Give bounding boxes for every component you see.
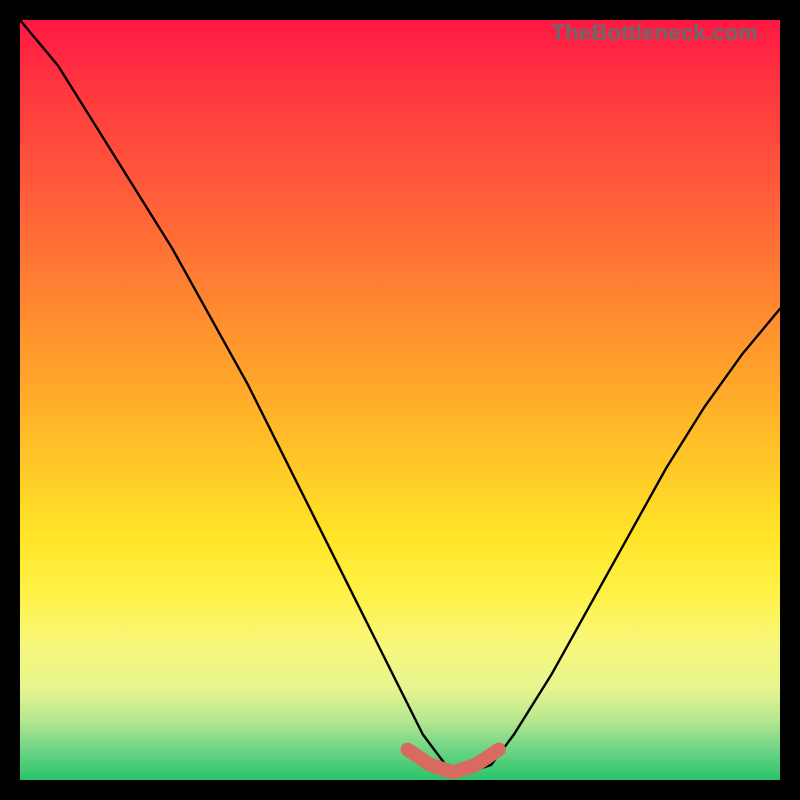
bottleneck-chart xyxy=(20,20,780,780)
curve-accent-segment xyxy=(408,750,499,773)
chart-plot-area: TheBottleneck.com xyxy=(20,20,780,780)
curve-main-line xyxy=(20,20,780,772)
chart-frame: TheBottleneck.com xyxy=(0,0,800,800)
